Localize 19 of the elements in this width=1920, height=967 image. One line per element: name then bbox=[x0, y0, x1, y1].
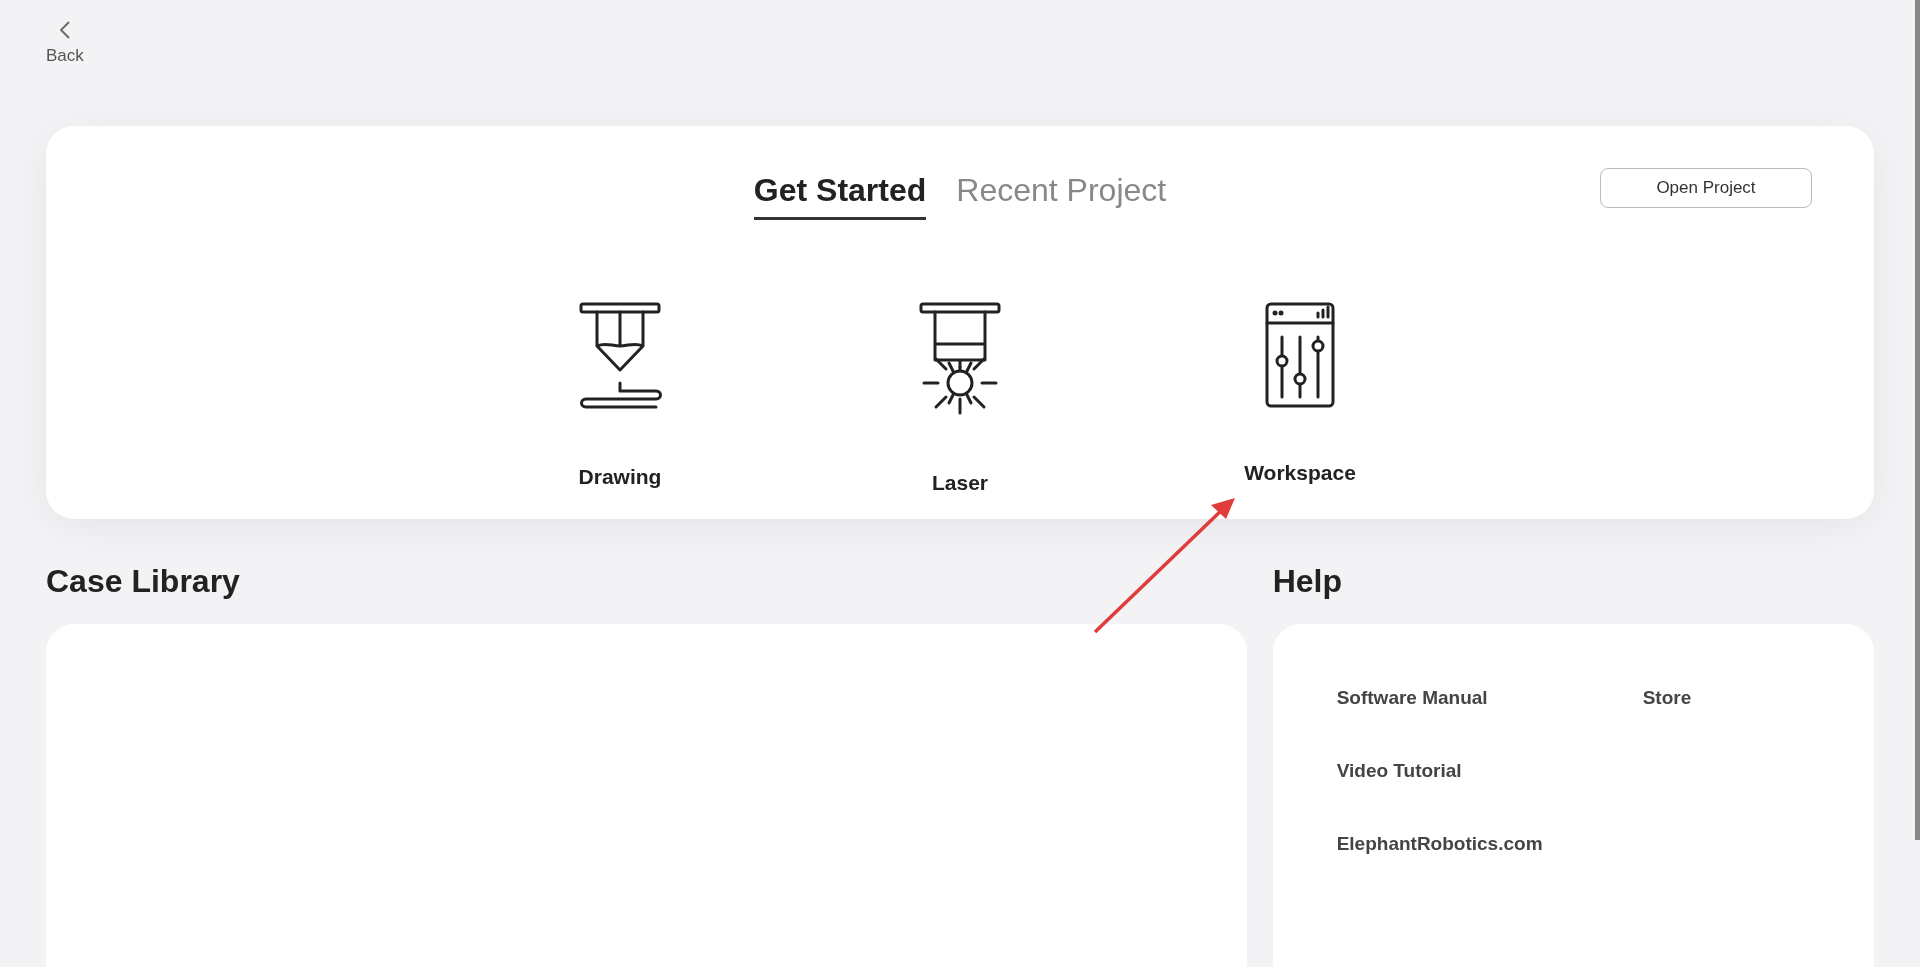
mode-tile[interactable]: Drawing bbox=[450, 300, 790, 496]
control-panel-icon bbox=[1264, 301, 1336, 409]
back-button[interactable]: Back bbox=[40, 18, 90, 68]
mode-tile[interactable]: Workspace bbox=[1130, 300, 1470, 496]
help-link[interactable]: Store bbox=[1642, 686, 1692, 710]
help-link[interactable]: ElephantRobotics.com bbox=[1336, 832, 1543, 856]
section-title: Case Library bbox=[46, 563, 241, 600]
open-project-button[interactable]: Open Project bbox=[1600, 168, 1812, 208]
tab[interactable]: Recent Project bbox=[956, 172, 1167, 220]
mode-label: Drawing bbox=[578, 465, 662, 489]
back-chevron-icon bbox=[58, 20, 71, 40]
back-label: Back bbox=[46, 46, 84, 66]
help-link[interactable]: Software Manual bbox=[1336, 686, 1488, 710]
help-link[interactable]: Video Tutorial bbox=[1336, 759, 1462, 783]
mode-label: Laser bbox=[931, 471, 988, 495]
section-title: Help bbox=[1272, 563, 1343, 600]
mode-tile[interactable]: Laser bbox=[790, 300, 1130, 496]
tab[interactable]: Get Started bbox=[753, 172, 927, 220]
mode-label: Workspace bbox=[1244, 461, 1356, 485]
